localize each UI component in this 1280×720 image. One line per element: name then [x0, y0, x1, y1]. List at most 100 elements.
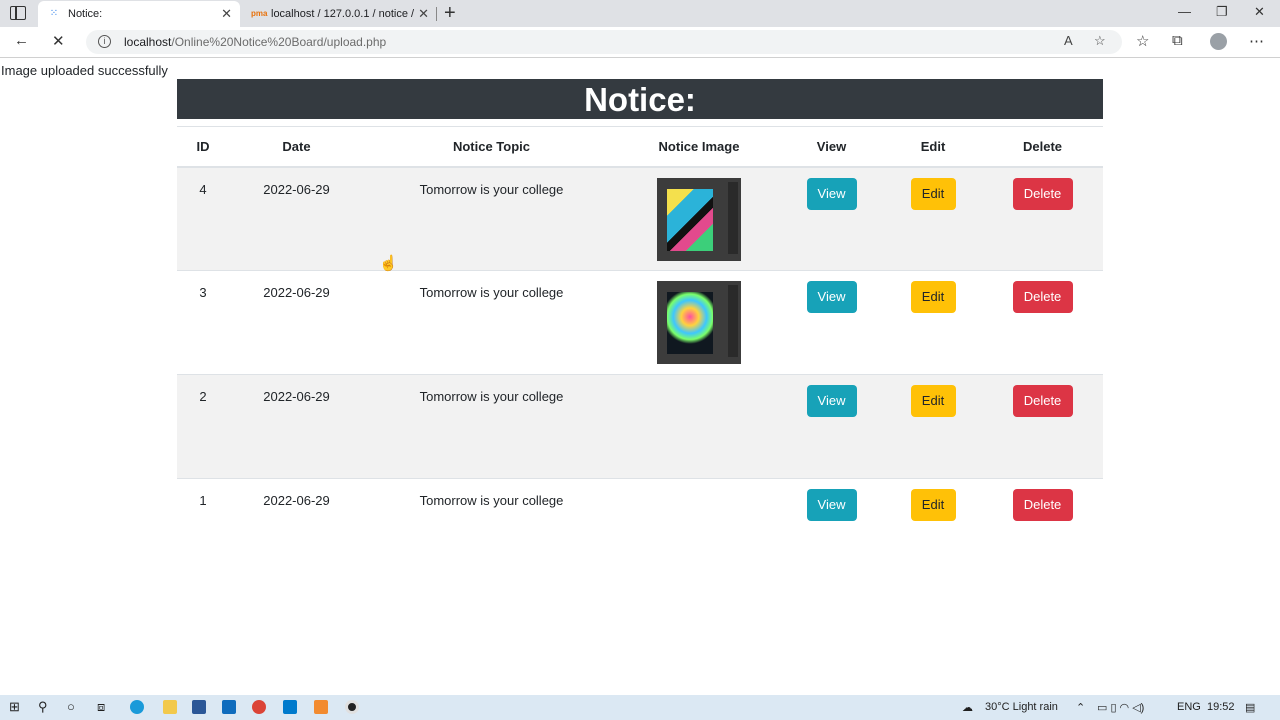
- new-tab-icon[interactable]: +: [444, 2, 456, 25]
- notice-id: 1: [177, 478, 229, 583]
- task-view-icon[interactable]: ⧈: [97, 699, 105, 715]
- stop-loading-icon[interactable]: ✕: [52, 32, 65, 50]
- hand-cursor-icon: ☝: [379, 255, 398, 272]
- column-header: View: [779, 126, 884, 168]
- notifications-icon[interactable]: ▤: [1245, 701, 1255, 714]
- chrome-icon[interactable]: [252, 700, 266, 714]
- tab-title: Notice:: [68, 8, 103, 20]
- column-header: Date: [229, 126, 364, 168]
- edit-button[interactable]: Edit: [910, 177, 956, 210]
- profile-avatar[interactable]: [1210, 33, 1227, 50]
- notice-image[interactable]: [657, 177, 741, 261]
- info-icon[interactable]: i: [98, 35, 111, 48]
- delete-cell: Delete: [982, 374, 1103, 479]
- view-button[interactable]: View: [806, 489, 857, 521]
- xampp-icon[interactable]: [314, 700, 328, 714]
- edit-button[interactable]: Edit: [910, 489, 956, 521]
- notice-topic: Tomorrow is your college: [364, 478, 619, 583]
- mail-icon[interactable]: [222, 700, 236, 714]
- restore-icon[interactable]: ❐: [1216, 4, 1228, 20]
- column-header: Notice Topic: [364, 126, 619, 168]
- delete-button[interactable]: Delete: [1012, 489, 1073, 521]
- view-button[interactable]: View: [806, 177, 857, 210]
- notice-id: 4: [177, 166, 229, 271]
- phpmyadmin-icon: pma: [251, 9, 268, 18]
- notice-date: 2022-06-29: [229, 166, 364, 271]
- favorites-icon[interactable]: ☆: [1136, 32, 1149, 50]
- column-header: Delete: [982, 126, 1103, 168]
- notice-topic: Tomorrow is your college: [364, 374, 619, 479]
- delete-cell: Delete: [982, 166, 1103, 271]
- url-text[interactable]: localhost/Online%20Notice%20Board/upload…: [124, 35, 386, 49]
- column-header: Notice Image: [619, 126, 779, 168]
- notice-date: 2022-06-29: [229, 270, 364, 375]
- clock[interactable]: 19:52: [1207, 701, 1235, 713]
- delete-button[interactable]: Delete: [1012, 281, 1073, 313]
- table-row: 2 2022-06-29 Tomorrow is your college Vi…: [177, 374, 1103, 479]
- table-row: 4 2022-06-29 Tomorrow is your college Vi…: [177, 166, 1103, 271]
- edit-button[interactable]: Edit: [910, 385, 956, 417]
- table-header: ID Date Notice Topic Notice Image View E…: [177, 126, 1103, 168]
- notice-image-cell: [619, 270, 779, 375]
- close-tab-icon[interactable]: ✕: [418, 6, 429, 22]
- weather-icon[interactable]: ☁: [962, 701, 973, 714]
- system-tray-icons[interactable]: ▭ ▯ ◠ ◁): [1097, 701, 1144, 714]
- read-aloud-icon[interactable]: A: [1064, 33, 1073, 48]
- edge-icon[interactable]: [130, 700, 144, 714]
- store-icon[interactable]: [192, 700, 206, 714]
- cortana-icon[interactable]: ○: [67, 699, 75, 714]
- file-explorer-icon[interactable]: [163, 700, 177, 714]
- weather-text[interactable]: 30°C Light rain: [985, 701, 1058, 713]
- browser-toolbar: ← ✕ i localhost/Online%20Notice%20Board/…: [0, 27, 1280, 58]
- add-favorite-icon[interactable]: ☆: [1094, 33, 1106, 49]
- edit-cell: Edit: [884, 478, 982, 583]
- view-button[interactable]: View: [806, 281, 857, 313]
- show-hidden-icons-icon[interactable]: ⌃: [1076, 701, 1085, 714]
- edit-cell: Edit: [884, 374, 982, 479]
- close-tab-icon[interactable]: ✕: [221, 6, 232, 22]
- notice-id: 2: [177, 374, 229, 479]
- notice-image[interactable]: [657, 281, 741, 364]
- tab-actions-icon[interactable]: [10, 6, 26, 20]
- close-window-icon[interactable]: ✕: [1254, 4, 1265, 20]
- back-icon[interactable]: ←: [14, 32, 29, 49]
- more-menu-icon[interactable]: ⋯: [1249, 32, 1264, 50]
- edit-button[interactable]: Edit: [910, 281, 956, 313]
- status-message: Image uploaded successfully: [1, 63, 168, 78]
- view-cell: View: [779, 478, 884, 583]
- recorder-icon[interactable]: [345, 700, 359, 714]
- notice-id: 3: [177, 270, 229, 375]
- delete-cell: Delete: [982, 270, 1103, 375]
- delete-cell: Delete: [982, 478, 1103, 583]
- table-row: 3 2022-06-29 Tomorrow is your college Vi…: [177, 270, 1103, 375]
- windows-start-icon[interactable]: ⊞: [9, 699, 20, 715]
- loading-icon: ⁙: [49, 8, 59, 19]
- taskbar: ⊞ ⚲ ○ ⧈ ☁ 30°C Light rain ⌃ ▭ ▯ ◠ ◁) ENG…: [0, 695, 1280, 720]
- notice-image-cell: [619, 374, 779, 479]
- delete-button[interactable]: Delete: [1012, 385, 1073, 417]
- search-icon[interactable]: ⚲: [38, 699, 48, 715]
- minimize-icon[interactable]: —: [1178, 4, 1191, 19]
- page-title: Notice:: [177, 79, 1103, 119]
- column-header: ID: [177, 126, 229, 168]
- address-bar[interactable]: i localhost/Online%20Notice%20Board/uplo…: [86, 30, 1122, 54]
- edit-cell: Edit: [884, 166, 982, 271]
- notice-topic: Tomorrow is your college: [364, 166, 619, 271]
- tab-title: localhost / 127.0.0.1 / notice / nc: [271, 8, 416, 20]
- notice-image-cell: [619, 166, 779, 271]
- notice-date: 2022-06-29: [229, 374, 364, 479]
- delete-button[interactable]: Delete: [1012, 177, 1073, 210]
- table-row: 1 2022-06-29 Tomorrow is your college Vi…: [177, 478, 1103, 583]
- tab-notice[interactable]: ⁙ Notice: ✕: [38, 1, 240, 27]
- edit-cell: Edit: [884, 270, 982, 375]
- notice-date: 2022-06-29: [229, 478, 364, 583]
- vscode-icon[interactable]: [283, 700, 297, 714]
- notice-table: ID Date Notice Topic Notice Image View E…: [177, 126, 1103, 583]
- view-cell: View: [779, 166, 884, 271]
- browser-tab-strip: ⁙ Notice: ✕ pma localhost / 127.0.0.1 / …: [0, 0, 1280, 27]
- language-indicator[interactable]: ENG: [1177, 701, 1201, 713]
- tab-phpmyadmin[interactable]: pma localhost / 127.0.0.1 / notice / nc …: [241, 1, 437, 27]
- collections-icon[interactable]: ⧉: [1172, 32, 1183, 49]
- view-button[interactable]: View: [806, 385, 857, 417]
- column-header: Edit: [884, 126, 982, 168]
